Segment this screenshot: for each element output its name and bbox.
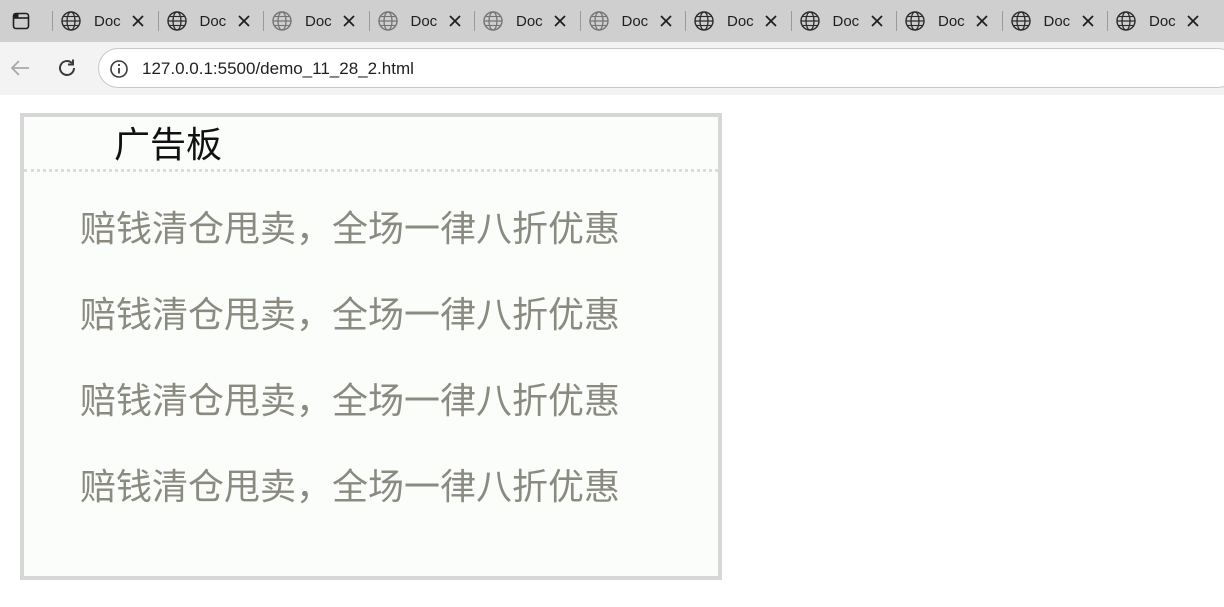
browser-tab-8[interactable]: Doc (790, 0, 897, 42)
globe-icon (482, 10, 504, 32)
browser-tab-5[interactable]: Doc (474, 0, 580, 42)
address-url[interactable]: 127.0.0.1:5500/demo_11_28_2.html (142, 59, 414, 79)
board-title: 广告板 (114, 125, 223, 166)
tab-title: Doc (832, 12, 860, 30)
promo-item: 赔钱清仓甩卖，全场一律八折优惠 (80, 381, 621, 422)
close-icon[interactable] (658, 13, 674, 29)
promo-item: 赔钱清仓甩卖，全场一律八折优惠 (80, 467, 621, 508)
browser-tab-2[interactable]: Doc (157, 0, 264, 42)
globe-icon (166, 10, 188, 32)
browser-tab-9[interactable]: Doc (896, 0, 1002, 42)
globe-icon (1115, 10, 1137, 32)
globe-icon (60, 10, 82, 32)
browser-toolbar: 127.0.0.1:5500/demo_11_28_2.html (0, 42, 1224, 95)
browser-tab-6[interactable]: Doc (579, 0, 686, 42)
close-icon[interactable] (1185, 13, 1201, 29)
globe-icon (377, 10, 399, 32)
promo-list: 赔钱清仓甩卖，全场一律八折优惠 赔钱清仓甩卖，全场一律八折优惠 赔钱清仓甩卖，全场一… (80, 195, 620, 539)
close-icon[interactable] (869, 13, 885, 29)
close-icon[interactable] (130, 13, 146, 29)
globe-icon (1010, 10, 1032, 32)
close-icon[interactable] (974, 13, 990, 29)
promo-item: 赔钱清仓甩卖，全场一律八折优惠 (80, 295, 621, 336)
close-icon[interactable] (341, 13, 357, 29)
board-divider (24, 169, 718, 172)
close-icon[interactable] (552, 13, 568, 29)
tab-strip: Doc Doc Doc Doc Doc Doc Doc Doc Doc Doc … (0, 0, 1224, 42)
globe-icon (588, 10, 610, 32)
browser-tab-7[interactable]: Doc (685, 0, 791, 42)
tab-title: Doc (305, 12, 332, 30)
tab-title: Doc (727, 12, 754, 30)
browser-tab-10[interactable]: Doc (1001, 0, 1108, 42)
close-icon[interactable] (447, 13, 463, 29)
tab-title: Doc (1043, 12, 1071, 30)
address-bar[interactable]: 127.0.0.1:5500/demo_11_28_2.html (98, 48, 1224, 88)
tab-title: Doc (94, 12, 121, 30)
globe-icon (693, 10, 715, 32)
globe-icon (271, 10, 293, 32)
tab-title: Doc (410, 12, 438, 30)
tab-title: Doc (621, 12, 649, 30)
ad-board: 广告板 赔钱清仓甩卖，全场一律八折优惠 赔钱清仓甩卖，全场一律八折优惠 赔钱清仓甩卖… (20, 113, 722, 580)
browser-tab-4[interactable]: Doc (368, 0, 475, 42)
promo-item: 赔钱清仓甩卖，全场一律八折优惠 (80, 209, 621, 250)
tab-actions-icon[interactable] (6, 7, 36, 35)
globe-icon (904, 10, 926, 32)
tab-title: Doc (1149, 12, 1176, 30)
close-icon[interactable] (236, 13, 252, 29)
browser-tab-11[interactable]: Doc (1107, 0, 1213, 42)
reload-icon[interactable] (53, 54, 81, 82)
close-icon[interactable] (763, 13, 779, 29)
back-arrow-icon[interactable] (6, 54, 34, 82)
tab-list: Doc Doc Doc Doc Doc Doc Doc Doc Doc Doc … (52, 0, 1213, 42)
tab-title: Doc (199, 12, 227, 30)
browser-tab-1[interactable]: Doc (52, 0, 158, 42)
tab-title: Doc (938, 12, 965, 30)
tab-title: Doc (516, 12, 543, 30)
info-icon[interactable] (109, 59, 129, 79)
globe-icon (799, 10, 821, 32)
close-icon[interactable] (1080, 13, 1096, 29)
browser-tab-3[interactable]: Doc (263, 0, 369, 42)
page-viewport: 广告板 赔钱清仓甩卖，全场一律八折优惠 赔钱清仓甩卖，全场一律八折优惠 赔钱清仓甩卖… (2, 95, 1224, 607)
